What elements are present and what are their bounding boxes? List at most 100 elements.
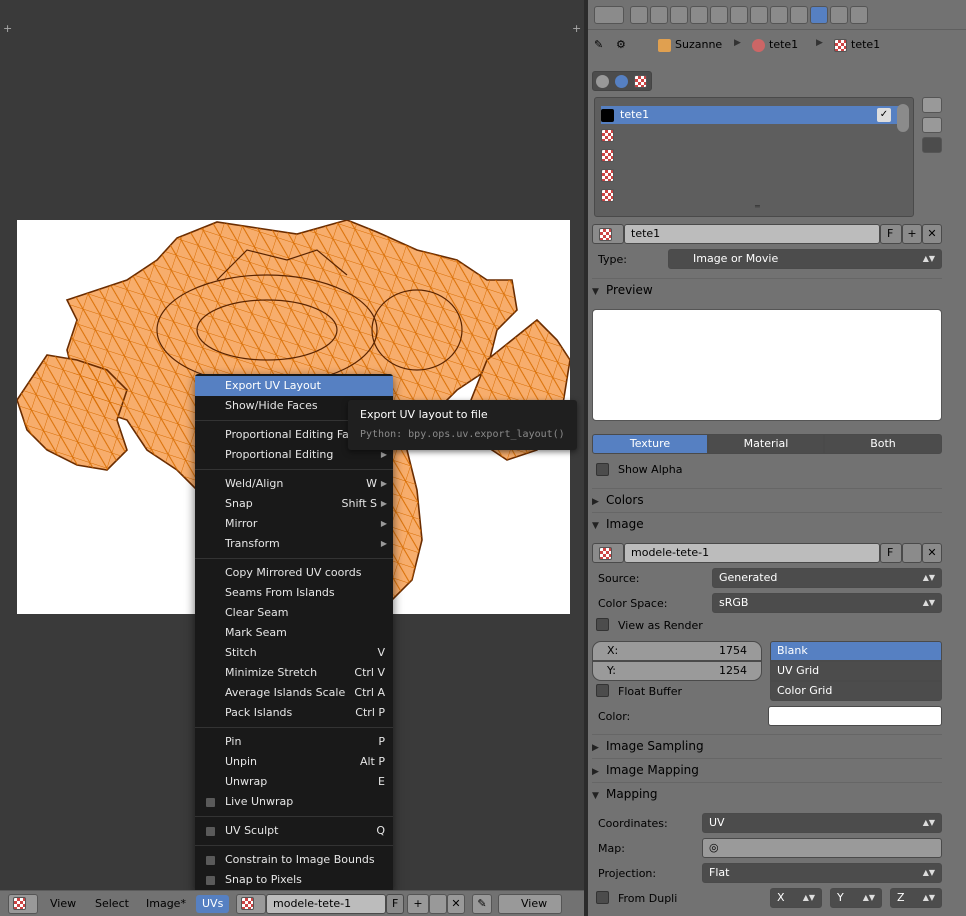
mapping-y-dropdown[interactable]: Y ▲▼ bbox=[830, 888, 882, 908]
view-mode-dropdown[interactable]: View bbox=[498, 894, 562, 914]
gen-type-color-grid[interactable]: Color Grid bbox=[770, 681, 942, 701]
height-y-field[interactable]: Y: 1254 bbox=[592, 661, 762, 681]
float-buffer-checkbox[interactable] bbox=[596, 684, 609, 697]
material-texture-icon[interactable] bbox=[615, 75, 628, 88]
texture-browse-button[interactable] bbox=[592, 224, 624, 244]
unlink-image-button[interactable]: ✕ bbox=[922, 543, 942, 563]
menu-item[interactable]: Weld/Align W ▶ bbox=[195, 474, 393, 494]
physics-tab-icon[interactable] bbox=[850, 6, 868, 24]
preview-both-button[interactable]: Both bbox=[824, 434, 942, 454]
preview-material-button[interactable]: Material bbox=[708, 434, 824, 454]
image-name-field[interactable]: modele-tete-1 bbox=[624, 543, 880, 563]
particles-tab-icon[interactable] bbox=[830, 6, 848, 24]
menu-item[interactable]: Unwrap E bbox=[195, 772, 393, 792]
panel-preview-header[interactable]: ▼ Preview bbox=[592, 278, 942, 300]
area-split-icon[interactable]: + bbox=[3, 22, 12, 35]
open-image-button[interactable] bbox=[429, 894, 447, 914]
unlink-texture-button[interactable]: ✕ bbox=[922, 224, 942, 244]
area-split-icon-right[interactable]: + bbox=[572, 22, 581, 35]
world-tab-icon[interactable] bbox=[690, 6, 708, 24]
view-menu[interactable]: View bbox=[50, 895, 76, 913]
checkmark-icon[interactable]: ✓ bbox=[877, 108, 891, 122]
select-menu[interactable]: Select bbox=[95, 895, 129, 913]
uvs-menu[interactable]: UVs bbox=[196, 895, 230, 913]
fake-user-button[interactable]: F bbox=[880, 224, 902, 244]
pin-button[interactable]: ✎ bbox=[472, 894, 492, 914]
menu-item[interactable]: Average Islands Scale Ctrl A bbox=[195, 683, 393, 703]
other-texture-icon[interactable] bbox=[634, 75, 647, 88]
menu-item[interactable]: Constrain to Image Bounds bbox=[195, 850, 393, 870]
list-item[interactable] bbox=[601, 166, 901, 184]
render-layers-tab-icon[interactable] bbox=[650, 6, 668, 24]
projection-dropdown[interactable]: Flat ▲▼ bbox=[702, 863, 942, 883]
image-browse-button[interactable] bbox=[592, 543, 624, 563]
panel-image-header[interactable]: ▼ Image bbox=[592, 512, 942, 534]
new-texture-button[interactable]: + bbox=[902, 224, 922, 244]
image-menu[interactable]: Image* bbox=[146, 895, 186, 913]
list-scrollbar[interactable] bbox=[897, 104, 909, 132]
image-name-field[interactable]: modele-tete-1 bbox=[266, 894, 386, 914]
panel-image-mapping-header[interactable]: ▶ Image Mapping bbox=[592, 758, 942, 780]
move-up-button[interactable] bbox=[922, 97, 942, 113]
pin-icon[interactable]: ✎ bbox=[594, 38, 603, 51]
panel-image-sampling-header[interactable]: ▶ Image Sampling bbox=[592, 734, 942, 756]
type-dropdown[interactable]: Image or Movie ▲▼ bbox=[668, 249, 942, 269]
texture-tab-icon[interactable] bbox=[810, 6, 828, 24]
gen-type-uv-grid[interactable]: UV Grid bbox=[770, 661, 942, 681]
list-item[interactable]: tete1 ✓ bbox=[601, 106, 901, 124]
menu-item[interactable]: Transform ▶ bbox=[195, 534, 393, 554]
from-dupli-checkbox[interactable] bbox=[596, 891, 609, 904]
panel-mapping-header[interactable]: ▼ Mapping bbox=[592, 782, 942, 804]
menu-item[interactable]: Snap Shift S ▶ bbox=[195, 494, 393, 514]
uv-map-field[interactable]: ◎ bbox=[702, 838, 942, 858]
list-resize-grip[interactable]: ═ bbox=[755, 202, 760, 211]
color-swatch[interactable] bbox=[768, 706, 942, 726]
width-x-field[interactable]: X: 1754 bbox=[592, 641, 762, 661]
constraints-tab-icon[interactable] bbox=[730, 6, 748, 24]
fake-user-button[interactable]: F bbox=[386, 894, 404, 914]
coordinates-dropdown[interactable]: UV ▲▼ bbox=[702, 813, 942, 833]
modifiers-tab-icon[interactable] bbox=[750, 6, 768, 24]
image-browse-button[interactable] bbox=[236, 894, 266, 914]
material-tab-icon[interactable] bbox=[790, 6, 808, 24]
menu-item[interactable]: Live Unwrap bbox=[195, 792, 393, 812]
show-alpha-checkbox[interactable] bbox=[596, 463, 609, 476]
gen-type-blank[interactable]: Blank bbox=[770, 641, 942, 661]
menu-item[interactable]: Mark Seam bbox=[195, 623, 393, 643]
new-image-button[interactable]: + bbox=[407, 894, 429, 914]
colorspace-dropdown[interactable]: sRGB ▲▼ bbox=[712, 593, 942, 613]
menu-item[interactable]: Mirror ▶ bbox=[195, 514, 393, 534]
menu-item[interactable]: Copy Mirrored UV coords bbox=[195, 563, 393, 583]
uv-image-editor[interactable]: + + Export UV Layout Show/Hide Faces Pro… bbox=[0, 0, 584, 916]
menu-item[interactable]: Seams From Islands bbox=[195, 583, 393, 603]
source-dropdown[interactable]: Generated ▲▼ bbox=[712, 568, 942, 588]
editor-type-button[interactable] bbox=[8, 894, 38, 914]
mapping-z-dropdown[interactable]: Z ▲▼ bbox=[890, 888, 942, 908]
data-tab-icon[interactable] bbox=[770, 6, 788, 24]
object-tab-icon[interactable] bbox=[710, 6, 728, 24]
render-tab-icon[interactable] bbox=[630, 6, 648, 24]
menu-item[interactable]: Export UV Layout bbox=[195, 376, 393, 396]
unlink-image-button[interactable]: ✕ bbox=[447, 894, 465, 914]
menu-item[interactable]: Pack Islands Ctrl P bbox=[195, 703, 393, 723]
list-item[interactable] bbox=[601, 126, 901, 144]
menu-item[interactable]: Snap to Pixels bbox=[195, 870, 393, 890]
menu-item[interactable]: Pin P bbox=[195, 732, 393, 752]
menu-item[interactable]: Clear Seam bbox=[195, 603, 393, 623]
list-item[interactable] bbox=[601, 146, 901, 164]
preview-texture-button[interactable]: Texture bbox=[592, 434, 708, 454]
move-down-button[interactable] bbox=[922, 117, 942, 133]
menu-item[interactable]: Unpin Alt P bbox=[195, 752, 393, 772]
world-texture-icon[interactable] bbox=[596, 75, 609, 88]
image-fake-user-button[interactable]: F bbox=[880, 543, 902, 563]
menu-item[interactable]: Stitch V bbox=[195, 643, 393, 663]
list-item[interactable] bbox=[601, 186, 901, 204]
scene-tab-icon[interactable] bbox=[670, 6, 688, 24]
menu-item[interactable]: Minimize Stretch Ctrl V bbox=[195, 663, 393, 683]
specials-button[interactable] bbox=[922, 137, 942, 153]
view-as-render-checkbox[interactable] bbox=[596, 618, 609, 631]
mapping-x-dropdown[interactable]: X ▲▼ bbox=[770, 888, 822, 908]
menu-item[interactable]: UV Sculpt Q bbox=[195, 821, 393, 841]
panel-colors-header[interactable]: ▶ Colors bbox=[592, 488, 942, 510]
open-image-button[interactable] bbox=[902, 543, 922, 563]
